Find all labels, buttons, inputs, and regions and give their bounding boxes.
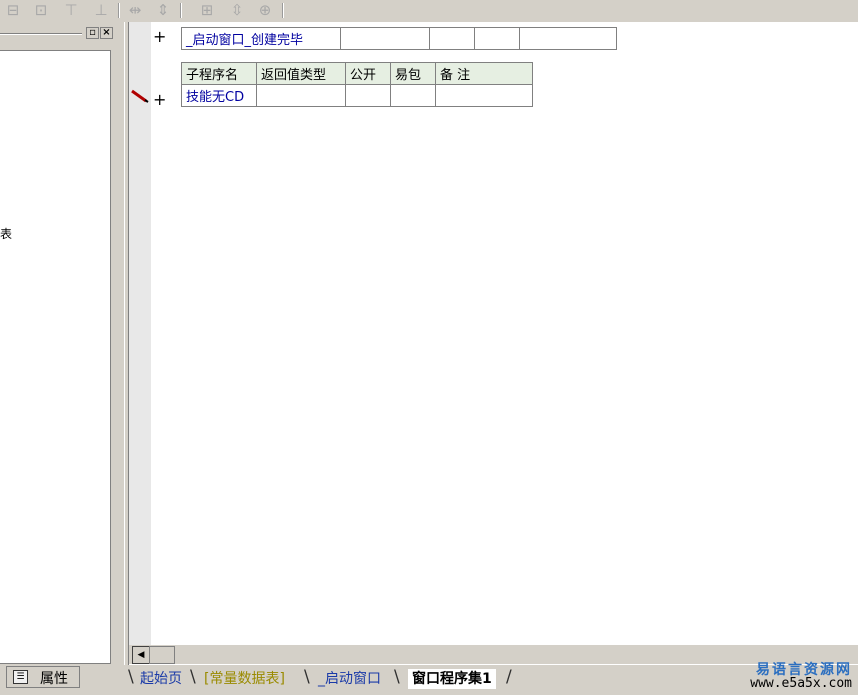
easy-pack-cell[interactable]: [390, 84, 436, 107]
tab-label: [常量数据表]: [204, 671, 285, 687]
sub-name-cell[interactable]: 技能无CD: [181, 84, 257, 107]
scroll-thumb[interactable]: [149, 646, 175, 664]
header-easy-pack: 易包: [390, 62, 436, 85]
alignment-toolbar: ⊟ ⊡ ⊤ ⊥ ⇹ ⇕ ⊞ ⇳ ⊕: [0, 0, 858, 23]
center-both-icon[interactable]: ⊕: [254, 1, 276, 19]
align-top-icon[interactable]: ⊤: [60, 1, 82, 19]
tab-label: _启动窗口: [318, 671, 381, 687]
close-icon[interactable]: ×: [100, 27, 113, 39]
align-bottom-icon[interactable]: ⊥: [90, 1, 112, 19]
header-remark: 备 注: [435, 62, 533, 85]
tab-start-page[interactable]: 起始页: [140, 669, 182, 689]
caption-grip: [0, 33, 82, 35]
subroutine-header-row: 子程序名 返回值类型 公开 易包 备 注: [181, 62, 533, 85]
header-return-type: 返回值类型: [256, 62, 346, 85]
tab-label: 窗口程序集1: [412, 671, 492, 687]
subroutine-row[interactable]: 技能无CD: [181, 84, 533, 107]
event-name-cell[interactable]: _启动窗口_创建完毕: [181, 27, 341, 50]
public-cell[interactable]: [345, 84, 391, 107]
edit-pen-icon: [131, 89, 149, 103]
header-sub-name: 子程序名: [181, 62, 257, 85]
document-tab-bar: \ 起始页 \ [常量数据表] \ _启动窗口 \ 窗口程序集1 /: [124, 665, 858, 695]
align-center-icon[interactable]: ⊡: [30, 1, 52, 19]
event-cell[interactable]: [519, 27, 617, 50]
same-height-icon[interactable]: ⇕: [152, 1, 174, 19]
properties-tab-label: 属性: [40, 671, 68, 687]
left-dock-panel: ▫ × 表 ☰ 属性: [0, 22, 124, 695]
tab-constant-table[interactable]: [常量数据表]: [204, 669, 285, 689]
header-public: 公开: [345, 62, 391, 85]
expand-subroutine-icon[interactable]: +: [153, 92, 166, 108]
restore-icon[interactable]: ▫: [86, 27, 99, 39]
return-type-cell[interactable]: [256, 84, 346, 107]
horizontal-scrollbar[interactable]: ◀: [129, 645, 858, 664]
properties-icon: ☰: [13, 670, 28, 684]
same-width-icon[interactable]: ⇹: [124, 1, 146, 19]
code-editor[interactable]: + _启动窗口_创建完毕 子程序名 返回值类型 公开 易包 备 注 技能无CD …: [151, 22, 858, 645]
tree-item-partial[interactable]: 表: [0, 225, 12, 242]
event-table: _启动窗口_创建完毕: [181, 27, 617, 50]
watermark-url: www.e5a5x.com: [750, 676, 852, 691]
properties-tab[interactable]: ☰ 属性: [6, 666, 80, 688]
expand-event-icon[interactable]: +: [153, 29, 166, 45]
subroutine-table: 子程序名 返回值类型 公开 易包 备 注 技能无CD: [181, 62, 533, 107]
tab-label: 起始页: [140, 671, 182, 687]
event-cell[interactable]: [474, 27, 520, 50]
event-cell[interactable]: [429, 27, 475, 50]
align-left-icon[interactable]: ⊟: [2, 1, 24, 19]
remark-cell[interactable]: [435, 84, 533, 107]
scroll-left-icon[interactable]: ◀: [132, 646, 150, 664]
tab-window-assembly[interactable]: 窗口程序集1: [408, 669, 496, 689]
vcenter-icon[interactable]: ⇳: [226, 1, 248, 19]
hcenter-icon[interactable]: ⊞: [196, 1, 218, 19]
event-cell[interactable]: [340, 27, 430, 50]
tab-startup-window[interactable]: _启动窗口: [318, 669, 381, 689]
tree-view[interactable]: 表: [0, 50, 111, 664]
editor-gutter: [129, 22, 151, 645]
